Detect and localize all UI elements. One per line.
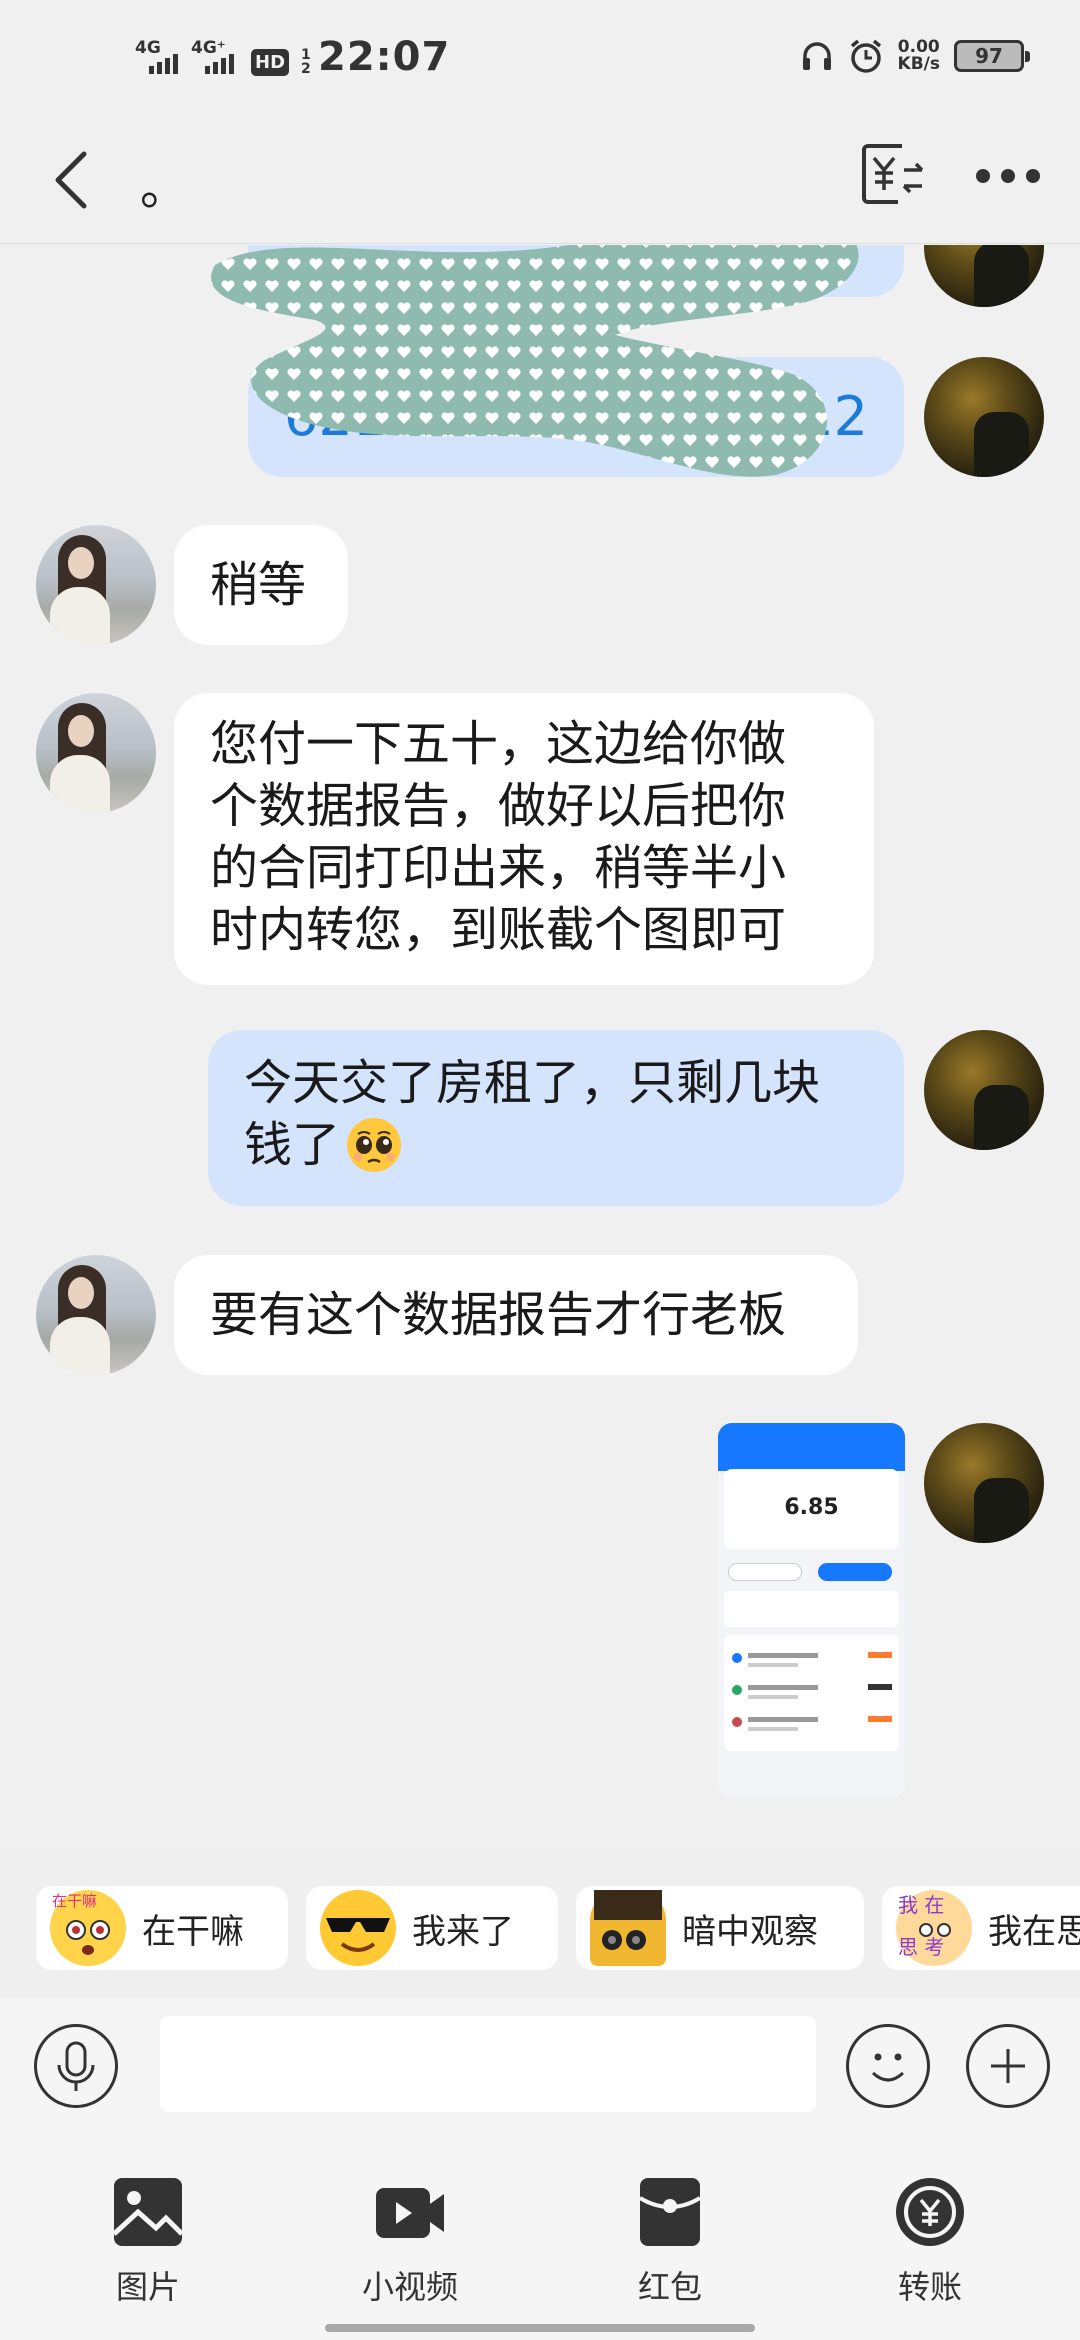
thumb-balance-card: 6.85 bbox=[724, 1469, 899, 1549]
thinking-face-icon: 我 在 思 考 bbox=[896, 1890, 972, 1966]
tool-video[interactable]: 小视频 bbox=[340, 2176, 480, 2308]
quick-reply-strip[interactable]: 在干嘛 在干嘛 我来了 暗中观察 我 在 思 考 我在思 bbox=[0, 1848, 1080, 1998]
status-right: 0.00 KB/s 97 bbox=[800, 38, 1030, 74]
my-avatar[interactable] bbox=[924, 357, 1044, 477]
chat-title: 。 bbox=[140, 160, 189, 216]
sticker-text: 在干嘛 bbox=[52, 1892, 97, 1910]
message-bubble-data-report[interactable]: 要有这个数据报告才行老板 bbox=[174, 1255, 858, 1375]
message-line: 您付一下五十，这边给你做 bbox=[210, 716, 787, 772]
quick-reply-2[interactable]: 我来了 bbox=[306, 1886, 558, 1970]
network-indicators: 4G 4G⁺ HD 1 2 bbox=[135, 38, 315, 76]
message-line: 时内转您，到账截个图即可 bbox=[210, 902, 787, 958]
tool-label: 图片 bbox=[115, 2268, 180, 2306]
plus-icon bbox=[991, 2049, 1025, 2083]
thumb-buttons bbox=[728, 1563, 895, 1581]
tool-image[interactable]: 图片 bbox=[78, 2176, 218, 2308]
contact-avatar[interactable] bbox=[36, 525, 156, 645]
my-avatar[interactable] bbox=[924, 245, 1044, 307]
input-bar bbox=[0, 1998, 1080, 2130]
sticker-text-top: 我 在 bbox=[898, 1893, 944, 1917]
message-bubble-rent[interactable]: 今天交了房租了，只剩几块 钱了 bbox=[208, 1030, 904, 1206]
signal-icon-2: 4G⁺ bbox=[191, 38, 237, 76]
quick-reply-label: 暗中观察 bbox=[682, 1911, 818, 1952]
net-speed: 0.00 KB/s bbox=[898, 39, 940, 73]
red-packet-icon bbox=[638, 2178, 702, 2246]
net-speed-unit: KB/s bbox=[897, 54, 940, 74]
battery-icon: 97 bbox=[954, 40, 1030, 72]
home-indicator[interactable] bbox=[325, 2324, 755, 2332]
thumb-shortcut-grid bbox=[724, 1591, 899, 1627]
message-input[interactable] bbox=[160, 2016, 816, 2112]
hd-badge: HD bbox=[251, 49, 290, 76]
back-arrow-icon[interactable] bbox=[44, 144, 104, 216]
pleading-face-icon bbox=[347, 1118, 402, 1172]
quick-reply-4[interactable]: 我 在 思 考 我在思 bbox=[882, 1886, 1080, 1970]
image-message-thumbnail[interactable]: 6.85 bbox=[718, 1423, 905, 1798]
tool-label: 小视频 bbox=[361, 2268, 458, 2306]
message-line: 的合同打印出来，稍等半小 bbox=[210, 840, 787, 896]
message-text: 稍等 bbox=[210, 557, 307, 613]
emoji-button[interactable] bbox=[846, 2024, 930, 2108]
voice-button[interactable] bbox=[34, 2024, 118, 2108]
thumb-header bbox=[718, 1423, 905, 1471]
sticker-text-bottom: 思 考 bbox=[898, 1935, 944, 1959]
message-line-with-emoji: 钱了 bbox=[244, 1114, 868, 1176]
redaction-scribble bbox=[211, 245, 859, 477]
signal-icon: 4G bbox=[135, 38, 181, 76]
message-line: 今天交了房租了，只剩几块 bbox=[244, 1055, 821, 1111]
smiley-icon bbox=[871, 2053, 905, 2082]
plus-button[interactable] bbox=[966, 2024, 1050, 2108]
transfer-icon bbox=[896, 2178, 964, 2246]
quick-reply-label: 我在思 bbox=[988, 1911, 1080, 1952]
chat-header: 。 bbox=[0, 118, 1080, 244]
bottom-toolbar: 图片 小视频 红包 转账 bbox=[0, 2130, 1080, 2340]
sunglasses-face-icon bbox=[320, 1890, 396, 1966]
quick-reply-label: 在干嘛 bbox=[142, 1911, 244, 1952]
more-icon[interactable] bbox=[976, 156, 1040, 196]
tool-red-packet[interactable]: 红包 bbox=[600, 2176, 740, 2308]
alarm-icon bbox=[850, 39, 881, 73]
thumb-balance-amount: 6.85 bbox=[784, 1495, 839, 1520]
battery-level: 97 bbox=[975, 44, 1003, 68]
contact-avatar[interactable] bbox=[36, 693, 156, 813]
contact-avatar[interactable] bbox=[36, 1255, 156, 1375]
thumb-transaction-list bbox=[724, 1635, 899, 1751]
tool-label: 转账 bbox=[897, 2268, 962, 2306]
headphones-icon bbox=[802, 42, 831, 70]
face-sticker-icon: 在干嘛 bbox=[50, 1890, 126, 1966]
video-icon bbox=[376, 2188, 444, 2238]
tool-transfer[interactable]: 转账 bbox=[860, 2176, 1000, 2308]
status-bar: 4G 4G⁺ HD 1 2 22:07 0.00 KB/s 97 bbox=[0, 0, 1080, 118]
tool-label: 红包 bbox=[637, 2268, 702, 2306]
status-time: 22:07 bbox=[318, 34, 451, 80]
message-line: 个数据报告，做好以后把你 bbox=[210, 778, 787, 834]
hd-sim-number: 1 2 bbox=[301, 47, 311, 77]
image-icon bbox=[112, 2178, 184, 2246]
message-bubble-wait[interactable]: 稍等 bbox=[174, 525, 348, 645]
message-list[interactable]: 6212 12 稍等 您付一下五十，这边给你做 个数据报告，做好以后把你 的合同… bbox=[0, 245, 1080, 1845]
quick-reply-1[interactable]: 在干嘛 在干嘛 bbox=[36, 1886, 288, 1970]
yuan-transfer-icon[interactable] bbox=[858, 140, 926, 208]
my-avatar[interactable] bbox=[924, 1423, 1044, 1543]
quick-reply-label: 我来了 bbox=[412, 1911, 514, 1952]
message-text: 要有这个数据报告才行老板 bbox=[210, 1287, 787, 1343]
microphone-icon bbox=[57, 2041, 95, 2091]
message-line: 钱了 bbox=[244, 1117, 341, 1173]
quick-reply-3[interactable]: 暗中观察 bbox=[576, 1886, 864, 1970]
message-bubble-payment-request[interactable]: 您付一下五十，这边给你做 个数据报告，做好以后把你 的合同打印出来，稍等半小 时… bbox=[174, 693, 874, 985]
my-avatar[interactable] bbox=[924, 1030, 1044, 1150]
binoculars-face-icon bbox=[590, 1890, 666, 1966]
